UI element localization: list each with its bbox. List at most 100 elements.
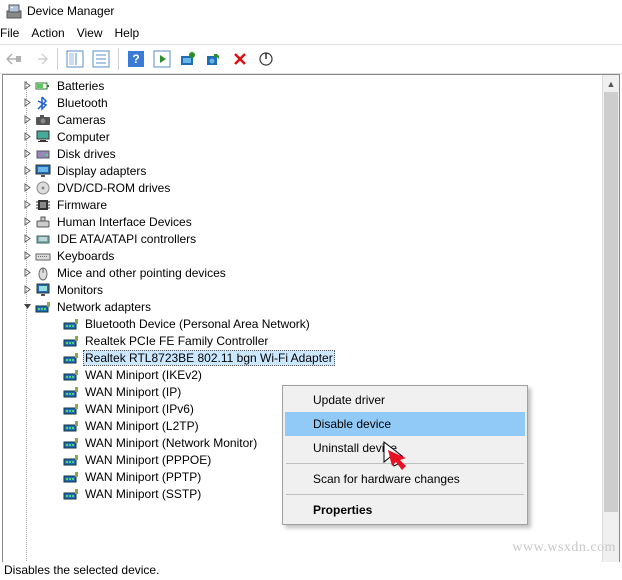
netdev-icon (63, 333, 79, 349)
no-exp-icon (49, 352, 61, 364)
display-icon (35, 163, 51, 179)
tree-item-label: WAN Miniport (IPv6) (83, 402, 196, 416)
cm-update-driver[interactable]: Update driver (285, 388, 525, 412)
no-exp-icon (49, 454, 61, 466)
tree-item-camera[interactable]: Cameras (3, 111, 619, 128)
no-exp-icon (49, 471, 61, 483)
tree-item-net-1[interactable]: Realtek PCIe FE Family Controller (3, 332, 619, 349)
app-icon (6, 3, 22, 19)
tree-item-battery[interactable]: Batteries (3, 77, 619, 94)
tree-item-bluetooth[interactable]: Bluetooth (3, 94, 619, 111)
ide-icon (35, 231, 51, 247)
tree-item-label: Realtek RTL8723BE 802.11 bgn Wi-Fi Adapt… (83, 350, 335, 366)
menu-bar: File Action View Help (0, 22, 622, 44)
expand-icon[interactable] (21, 199, 33, 211)
scan-hardware-button[interactable] (150, 47, 174, 71)
expand-icon[interactable] (21, 216, 33, 228)
svg-text:?: ? (132, 52, 139, 66)
tree-item-firmware[interactable]: Firmware (3, 196, 619, 213)
tree-item-label: WAN Miniport (IP) (83, 385, 183, 399)
no-exp-icon (49, 437, 61, 449)
menu-view[interactable]: View (75, 24, 113, 42)
scrollbar-vertical[interactable]: ▲ ▼ (602, 75, 619, 579)
battery-icon (35, 78, 51, 94)
menu-help[interactable]: Help (113, 24, 150, 42)
disable-button[interactable] (228, 47, 252, 71)
tree-item-label: WAN Miniport (PPPOE) (83, 453, 213, 467)
menu-file[interactable]: File (0, 24, 29, 42)
expand-icon[interactable] (21, 148, 33, 160)
tree-item-hid[interactable]: Human Interface Devices (3, 213, 619, 230)
cm-properties[interactable]: Properties (285, 498, 525, 522)
cursor-icon (382, 440, 410, 473)
tree-item-label: Batteries (55, 79, 106, 93)
no-exp-icon (49, 318, 61, 330)
help-button[interactable]: ? (124, 47, 148, 71)
expand-icon[interactable] (21, 165, 33, 177)
keyboard-icon (35, 248, 51, 264)
nav-back-button[interactable] (2, 47, 26, 71)
tree-item-label: WAN Miniport (PPTP) (83, 470, 203, 484)
computer-icon (35, 129, 51, 145)
expand-icon[interactable] (21, 233, 33, 245)
scroll-up-button[interactable]: ▲ (603, 75, 619, 92)
tree-item-label: Network adapters (55, 300, 153, 314)
enable-button[interactable] (254, 47, 278, 71)
tree-item-mouse[interactable]: Mice and other pointing devices (3, 264, 619, 281)
mouse-icon (35, 265, 51, 281)
menu-action[interactable]: Action (29, 24, 74, 42)
expand-icon[interactable] (21, 97, 33, 109)
no-exp-icon (49, 335, 61, 347)
status-bar: Disables the selected device. (0, 562, 622, 580)
scroll-thumb[interactable] (604, 92, 618, 512)
bluetooth-icon (35, 95, 51, 111)
collapse-icon[interactable] (21, 301, 33, 313)
netdev-icon (63, 469, 79, 485)
network-icon (35, 299, 51, 315)
tree-item-keyboard[interactable]: Keyboards (3, 247, 619, 264)
expand-icon[interactable] (21, 182, 33, 194)
camera-icon (35, 112, 51, 128)
nav-forward-button[interactable] (28, 47, 52, 71)
tree-item-net-3[interactable]: WAN Miniport (IKEv2) (3, 366, 619, 383)
tree-item-label: Firmware (55, 198, 109, 212)
tree-item-net-2[interactable]: Realtek RTL8723BE 802.11 bgn Wi-Fi Adapt… (3, 349, 619, 366)
cm-disable-device[interactable]: Disable device (285, 412, 525, 436)
properties-button[interactable] (89, 47, 113, 71)
tree-item-label: Mice and other pointing devices (55, 266, 228, 280)
tree-item-dvd[interactable]: DVD/CD-ROM drives (3, 179, 619, 196)
netdev-icon (63, 452, 79, 468)
netdev-icon (63, 367, 79, 383)
tree-item-monitor[interactable]: Monitors (3, 281, 619, 298)
tree-item-net-0[interactable]: Bluetooth Device (Personal Area Network) (3, 315, 619, 332)
tree-item-label: DVD/CD-ROM drives (55, 181, 172, 195)
expand-icon[interactable] (21, 250, 33, 262)
tree-item-label: WAN Miniport (Network Monitor) (83, 436, 259, 450)
tree-item-computer[interactable]: Computer (3, 128, 619, 145)
hid-icon (35, 214, 51, 230)
tree-item-disk[interactable]: Disk drives (3, 145, 619, 162)
no-exp-icon (49, 488, 61, 500)
expand-icon[interactable] (21, 267, 33, 279)
expand-icon[interactable] (21, 80, 33, 92)
expand-icon[interactable] (21, 131, 33, 143)
netdev-icon (63, 384, 79, 400)
update-driver-button[interactable] (176, 47, 200, 71)
tree-item-ide[interactable]: IDE ATA/ATAPI controllers (3, 230, 619, 247)
tree-item-network-adapters[interactable]: Network adapters (3, 298, 619, 315)
tree-item-label: Computer (55, 130, 112, 144)
show-hide-tree-button[interactable] (63, 47, 87, 71)
disk-icon (35, 146, 51, 162)
tree-item-label: Bluetooth (55, 96, 110, 110)
title-bar: Device Manager (0, 0, 622, 22)
uninstall-button[interactable] (202, 47, 226, 71)
expand-icon[interactable] (21, 284, 33, 296)
no-exp-icon (49, 386, 61, 398)
tree-item-display[interactable]: Display adapters (3, 162, 619, 179)
dvd-icon (35, 180, 51, 196)
tree-item-label: Cameras (55, 113, 108, 127)
expand-icon[interactable] (21, 114, 33, 126)
tree-item-label: WAN Miniport (L2TP) (83, 419, 201, 433)
tree-item-label: Display adapters (55, 164, 148, 178)
tree-item-label: IDE ATA/ATAPI controllers (55, 232, 198, 246)
